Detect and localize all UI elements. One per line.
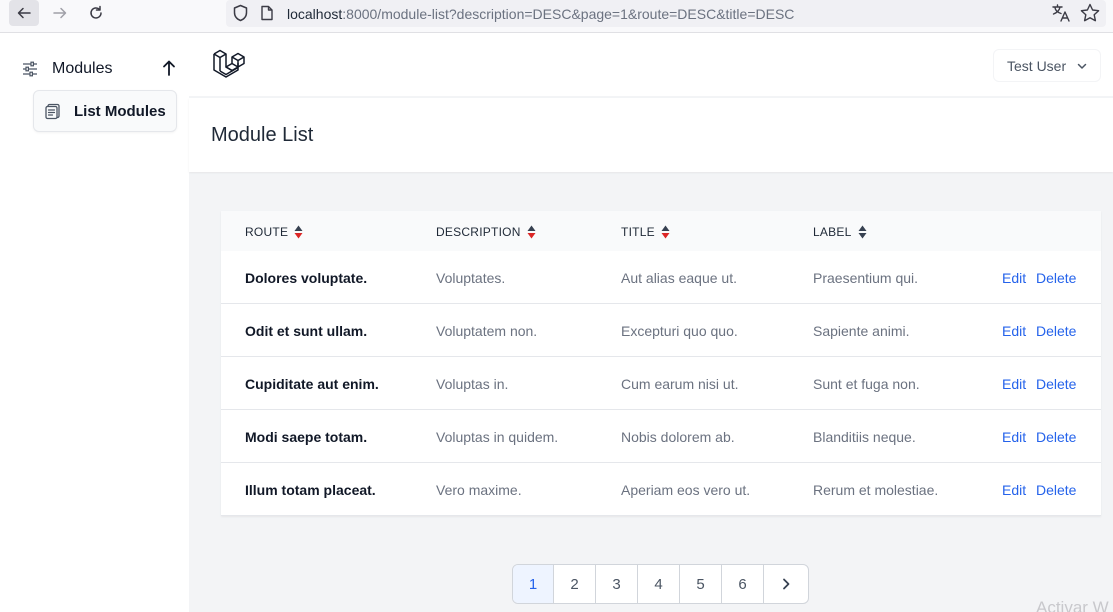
url-host: localhost	[287, 6, 343, 22]
url-path: :8000/module-list?description=DESC&page=…	[342, 6, 795, 22]
translate-icon[interactable]	[1050, 2, 1072, 24]
page-header: Module List	[189, 98, 1113, 172]
cell-description: Voluptates.	[436, 270, 506, 286]
arrow-right-icon	[53, 7, 67, 19]
bookmark-star-icon[interactable]	[1079, 2, 1101, 24]
page-title: Module List	[211, 124, 314, 146]
cell-description: Voluptas in.	[436, 376, 509, 392]
reload-icon	[90, 5, 102, 19]
chevron-down-icon	[1077, 63, 1087, 69]
table-row: Modi saepe totam. Voluptas in quidem. No…	[221, 410, 1101, 463]
column-header-description[interactable]: DESCRIPTION	[436, 225, 536, 239]
column-label: DESCRIPTION	[436, 225, 521, 239]
edit-link[interactable]: Edit	[1002, 323, 1026, 339]
page-button-1[interactable]: 1	[513, 565, 554, 603]
delete-link[interactable]: Delete	[1036, 376, 1076, 392]
page-button-6[interactable]: 6	[722, 565, 764, 603]
cell-description: Voluptatem non.	[436, 323, 538, 339]
delete-link[interactable]: Delete	[1036, 482, 1076, 498]
reload-button[interactable]	[81, 0, 111, 26]
table-header: ROUTE DESCRIPTION TITLE LABEL	[221, 211, 1101, 251]
cell-title: Aperiam eos vero ut.	[621, 482, 751, 498]
cell-label: Sunt et fuga non.	[813, 376, 920, 392]
next-page-button[interactable]	[764, 565, 808, 603]
browser-toolbar: localhost:8000/module-list?description=D…	[0, 0, 1113, 33]
edit-link[interactable]: Edit	[1002, 482, 1026, 498]
clipboard-list-icon	[45, 103, 60, 120]
table-row: Illum totam placeat. Vero maxime. Aperia…	[221, 463, 1101, 516]
cell-route: Modi saepe totam.	[245, 429, 368, 445]
edit-link[interactable]: Edit	[1002, 429, 1026, 445]
cell-label: Rerum et molestiae.	[813, 482, 939, 498]
back-button[interactable]	[9, 0, 39, 26]
delete-link[interactable]: Delete	[1036, 429, 1076, 445]
chevron-right-icon	[783, 578, 790, 590]
table-row: Cupiditate aut enim. Voluptas in. Cum ea…	[221, 357, 1101, 410]
column-header-title[interactable]: TITLE	[621, 225, 670, 239]
cell-label: Sapiente animi.	[813, 323, 910, 339]
sliders-icon	[23, 61, 37, 77]
cell-description: Voluptas in quidem.	[436, 429, 559, 445]
user-menu-button[interactable]: Test User	[993, 49, 1101, 82]
delete-link[interactable]: Delete	[1036, 270, 1076, 286]
modules-table: ROUTE DESCRIPTION TITLE LABEL Dolores vo…	[221, 211, 1101, 516]
cell-title: Cum earum nisi ut.	[621, 376, 739, 392]
page-button-4[interactable]: 4	[638, 565, 680, 603]
column-header-route[interactable]: ROUTE	[245, 225, 303, 239]
cell-route: Cupiditate aut enim.	[245, 376, 379, 392]
top-navigation: Test User	[189, 33, 1113, 97]
url-text[interactable]: localhost:8000/module-list?description=D…	[287, 6, 794, 22]
sidebar-item-label: List Modules	[74, 103, 166, 120]
sort-icon	[858, 225, 867, 239]
os-activation-watermark: Activar W	[1036, 598, 1109, 612]
address-bar[interactable]: localhost:8000/module-list?description=D…	[226, 0, 1106, 27]
arrow-up-icon[interactable]	[161, 59, 177, 77]
page-icon[interactable]	[260, 5, 274, 21]
cell-title: Excepturi quo quo.	[621, 323, 738, 339]
sidebar: Modules List Modules	[0, 33, 189, 612]
column-label: ROUTE	[245, 225, 289, 239]
page-button-5[interactable]: 5	[680, 565, 722, 603]
delete-link[interactable]: Delete	[1036, 323, 1076, 339]
column-label: TITLE	[621, 225, 655, 239]
sidebar-group-label: Modules	[52, 60, 113, 77]
sidebar-group-modules[interactable]: Modules	[0, 55, 189, 83]
cell-route: Dolores voluptate.	[245, 270, 368, 286]
cell-description: Vero maxime.	[436, 482, 522, 498]
edit-link[interactable]: Edit	[1002, 270, 1026, 286]
arrow-left-icon	[17, 7, 31, 19]
sort-desc-icon	[527, 225, 536, 239]
forward-button[interactable]	[45, 0, 75, 26]
cell-title: Aut alias eaque ut.	[621, 270, 737, 286]
table-row: Dolores voluptate. Voluptates. Aut alias…	[221, 251, 1101, 304]
cell-title: Nobis dolorem ab.	[621, 429, 735, 445]
cell-label: Blanditiis neque.	[813, 429, 916, 445]
page-button-2[interactable]: 2	[554, 565, 596, 603]
sidebar-item-list-modules[interactable]: List Modules	[33, 90, 177, 132]
shield-icon[interactable]	[232, 4, 249, 22]
cell-route: Illum totam placeat.	[245, 482, 376, 498]
user-name: Test User	[1007, 58, 1067, 74]
laravel-logo-icon[interactable]	[211, 47, 247, 83]
table-row: Odit et sunt ullam. Voluptatem non. Exce…	[221, 304, 1101, 357]
page-button-3[interactable]: 3	[596, 565, 638, 603]
column-header-label[interactable]: LABEL	[813, 225, 867, 239]
sort-desc-icon	[661, 225, 670, 239]
cell-route: Odit et sunt ullam.	[245, 323, 368, 339]
column-label: LABEL	[813, 225, 852, 239]
edit-link[interactable]: Edit	[1002, 376, 1026, 392]
cell-label: Praesentium qui.	[813, 270, 919, 286]
sort-desc-icon	[294, 225, 303, 239]
pagination: 1 2 3 4 5 6	[512, 564, 809, 604]
